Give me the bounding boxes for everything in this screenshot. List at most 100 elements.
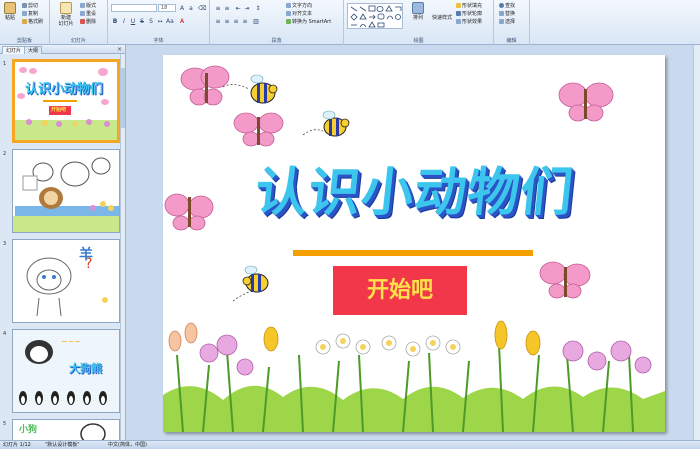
line-spacing-icon[interactable]: ↕ [254, 4, 262, 12]
select-button[interactable]: 选择 [499, 19, 515, 25]
thumbnail-4-art: ~~~ [13, 330, 119, 412]
current-slide[interactable]: 认识小动物们 开始吧 [163, 55, 665, 432]
strikethrough-icon[interactable]: S [138, 17, 146, 25]
thumbnail-slide-3[interactable]: ? 羊 [12, 239, 120, 323]
bold-icon[interactable]: B [111, 17, 119, 25]
thumbnail-3-art: ? [26, 256, 108, 317]
shapes-gallery[interactable] [347, 3, 403, 29]
underline-icon[interactable]: U [129, 17, 137, 25]
format-painter-button[interactable]: 格式刷 [22, 19, 43, 25]
effects-icon [456, 19, 461, 24]
thumbnail-slide-1[interactable]: 认识小动物们 开始吧 [12, 59, 120, 143]
thumbnail-slide-2[interactable] [12, 149, 120, 233]
thumbnail-scrollbar[interactable] [120, 54, 125, 440]
editing-group: 查找 替换 选择 编辑 [494, 0, 530, 45]
outline-pen-icon [456, 11, 461, 16]
replace-button[interactable]: 替换 [499, 11, 515, 17]
thumbnail-2-art [13, 157, 119, 232]
find-button[interactable]: 查找 [499, 3, 515, 9]
justify-icon[interactable]: ≡ [241, 17, 249, 25]
tab-outline[interactable]: 大纲 [24, 46, 43, 54]
brush-icon [22, 19, 27, 24]
smartart-button[interactable]: 转换为 SmartArt [286, 19, 331, 25]
align-left-icon[interactable]: ≡ [214, 17, 222, 25]
reset-button[interactable]: 重设 [80, 11, 96, 17]
pane-tabs: 幻灯片 大纲 × [0, 45, 125, 54]
thumbnail-row-4[interactable]: 4 ~~~ 大狗熊 [0, 329, 122, 417]
shape-fill-button[interactable]: 形状填充 [456, 3, 482, 9]
thumbnail-1-title: 认识小动物们 [25, 82, 104, 97]
bullets-icon[interactable]: ≡ [214, 4, 222, 12]
quick-styles-button[interactable]: 快速样式 [430, 14, 454, 21]
layout-icon [80, 3, 85, 8]
find-icon [499, 3, 504, 8]
delete-slide-button[interactable]: 删除 [80, 19, 96, 25]
align-text-icon [286, 11, 291, 16]
thumbnail-1-button: 开始吧 [51, 107, 67, 113]
arrange-icon [412, 2, 424, 14]
thumbnail-slide-5[interactable]: 小狗 [12, 419, 120, 440]
numbering-icon[interactable]: ≡ [223, 4, 231, 12]
thumbnail-4-title: 大狗熊 [69, 362, 102, 375]
tab-slides[interactable]: 幻灯片 [2, 46, 26, 54]
select-arrow-icon [499, 19, 504, 24]
change-case-icon[interactable]: Aa [165, 17, 174, 25]
thumbnail-slide-4[interactable]: ~~~ 大狗熊 [12, 329, 120, 413]
slide-editor-canvas: 认识小动物们 开始吧 [126, 45, 700, 440]
increase-indent-icon[interactable]: ⇥ [243, 4, 251, 12]
paste-icon [4, 2, 16, 14]
slides-group: 新建 幻灯片 版式 重设 删除 幻灯片 [50, 0, 108, 45]
thumbnail-row-2[interactable]: 2 [0, 149, 122, 237]
close-pane-icon[interactable]: × [117, 46, 122, 53]
layout-button[interactable]: 版式 [80, 3, 96, 9]
clipboard-group: 粘贴 剪切 复制 格式刷 剪贴板 [0, 0, 50, 45]
arrange-button[interactable]: 排列 [408, 2, 428, 21]
delete-icon [80, 19, 85, 24]
columns-icon[interactable]: ▥ [252, 17, 260, 25]
cut-button[interactable]: 剪切 [22, 3, 38, 9]
font-size-combo[interactable]: 18 [158, 4, 176, 12]
copy-button[interactable]: 复制 [22, 11, 38, 17]
slide-decoration [163, 65, 665, 432]
thumbnail-row-3[interactable]: 3 ? 羊 [0, 239, 122, 327]
font-name-combo[interactable] [111, 4, 157, 12]
theme-name: "默认设计模板" [45, 442, 80, 448]
decrease-indent-icon[interactable]: ⇤ [234, 4, 242, 12]
smartart-icon [286, 19, 291, 24]
shape-outline-button[interactable]: 形状轮廓 [456, 11, 482, 17]
scrollbar-thumb[interactable] [121, 68, 125, 128]
text-direction-icon [286, 3, 291, 8]
font-color-icon[interactable]: A [178, 17, 186, 25]
canvas-scrollbar[interactable] [693, 45, 700, 440]
slide-counter: 幻灯片 1/12 [3, 442, 31, 448]
drawing-group: 排列 快速样式 形状填充 形状轮廓 形状效果 绘图 [344, 0, 494, 45]
thumbnail-row-1[interactable]: 1 认识小动物们 开始吧 [0, 59, 122, 147]
ribbon: 粘贴 剪切 复制 格式刷 剪贴板 新建 幻灯片 版式 重设 删除 幻灯片 18 … [0, 0, 700, 45]
start-button[interactable]: 开始吧 [333, 266, 467, 315]
italic-icon[interactable]: I [120, 17, 128, 25]
thumbnail-row-5[interactable]: 5 小狗 [0, 419, 122, 440]
scissors-icon [22, 3, 27, 8]
thumbnail-1-art [15, 67, 117, 140]
shrink-font-icon[interactable]: a [187, 4, 195, 12]
clear-format-icon[interactable]: ⌫ [197, 4, 206, 12]
slide-title[interactable]: 认识小动物们 [231, 150, 599, 225]
thumbnail-3-title: 羊 [79, 247, 93, 263]
language-indicator[interactable]: 中文(简体，中国) [108, 441, 147, 449]
align-text-button[interactable]: 对齐文本 [286, 11, 312, 17]
text-direction-button[interactable]: 文字方向 [286, 3, 312, 9]
svg-text:~~~: ~~~ [61, 337, 81, 346]
shape-effects-button[interactable]: 形状效果 [456, 19, 482, 25]
align-right-icon[interactable]: ≡ [232, 17, 240, 25]
title-underline [293, 250, 533, 256]
new-slide-icon [60, 2, 72, 14]
shadow-icon[interactable]: S [147, 17, 155, 25]
fill-bucket-icon [456, 3, 461, 8]
grow-font-icon[interactable]: A [178, 4, 186, 12]
font-group: 18 A a ⌫ B I U S S ↔ Aa A 字体 [108, 0, 210, 45]
new-slide-button[interactable]: 新建 幻灯片 [56, 2, 76, 27]
paste-button[interactable]: 粘贴 [2, 2, 18, 21]
align-center-icon[interactable]: ≡ [223, 17, 231, 25]
spacing-icon[interactable]: ↔ [156, 17, 164, 25]
shapes-gallery-icons [350, 5, 402, 28]
